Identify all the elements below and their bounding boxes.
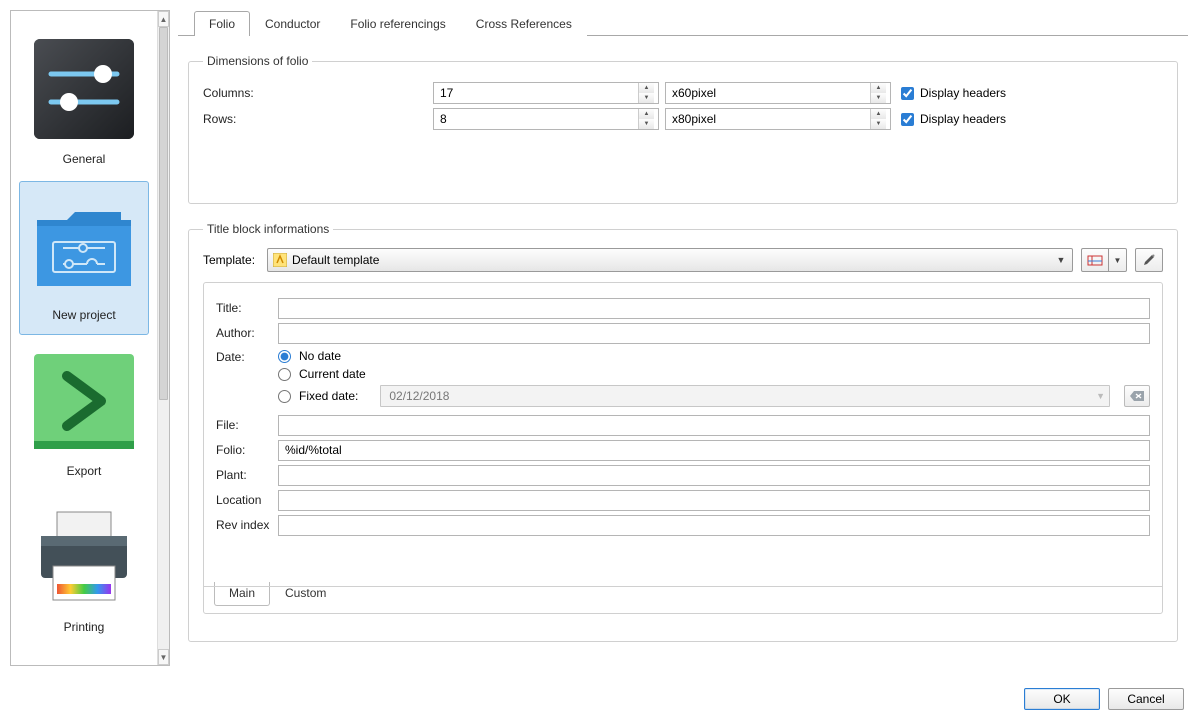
spin-down-icon[interactable]: ▼ — [639, 119, 654, 129]
sidebar-item-label: Export — [67, 464, 102, 478]
titleblock-apply-dropdown[interactable]: ▼ — [1109, 248, 1127, 272]
sidebar-item-export[interactable]: Export — [19, 337, 149, 491]
dimensions-legend: Dimensions of folio — [203, 54, 312, 68]
title-label: Title: — [216, 301, 278, 315]
template-value: Default template — [292, 253, 1054, 267]
plant-label: Plant: — [216, 468, 278, 482]
fixed-date-value: 02/12/2018 — [389, 389, 449, 403]
titleblock-edit-button[interactable] — [1135, 248, 1163, 272]
tab-cross-references[interactable]: Cross References — [461, 11, 587, 36]
titleblock-bottom-tabs: Main Custom — [214, 583, 341, 607]
dimensions-group: Dimensions of folio Columns: ▲▼ ▲▼ Displ… — [188, 54, 1178, 204]
date-radio-fixed-date[interactable]: Fixed date: — [278, 389, 358, 403]
columns-display-headers-checkbox[interactable]: Display headers — [901, 86, 1006, 100]
bottom-tab-custom[interactable]: Custom — [270, 582, 341, 606]
location-label: Location — [216, 493, 278, 507]
location-input[interactable] — [278, 490, 1150, 511]
sidebar-item-printing[interactable]: Printing — [19, 493, 149, 647]
spin-up-icon[interactable]: ▲ — [639, 83, 654, 93]
spin-down-icon[interactable]: ▼ — [871, 119, 886, 129]
date-radio-no-date[interactable]: No date — [278, 349, 1150, 363]
sidebar: General New project Export Printi — [10, 10, 170, 666]
author-input[interactable] — [278, 323, 1150, 344]
folio-label: Folio: — [216, 443, 278, 457]
content-panel: Folio Conductor Folio referencings Cross… — [178, 10, 1188, 666]
revindex-input[interactable] — [278, 515, 1150, 536]
sidebar-item-label: New project — [52, 308, 115, 322]
radio-label: Fixed date: — [299, 389, 358, 403]
cancel-button[interactable]: Cancel — [1108, 688, 1184, 710]
titleblock-legend: Title block informations — [203, 222, 333, 236]
clear-date-button[interactable] — [1124, 385, 1150, 407]
date-label: Date: — [216, 347, 278, 364]
template-label: Template: — [203, 253, 259, 267]
rows-display-headers-checkbox[interactable]: Display headers — [901, 112, 1006, 126]
chevron-down-icon: ▼ — [1096, 391, 1105, 401]
spin-up-icon[interactable]: ▲ — [639, 109, 654, 119]
titleblock-form: Title: Author: Date: No date — [203, 282, 1163, 614]
author-label: Author: — [216, 326, 278, 340]
folder-schematic-icon — [29, 190, 139, 300]
fixed-date-input[interactable]: 02/12/2018 ▼ — [380, 385, 1110, 407]
scroll-up-icon[interactable]: ▲ — [158, 11, 169, 27]
title-input[interactable] — [278, 298, 1150, 319]
checkbox-label: Display headers — [920, 112, 1006, 126]
file-label: File: — [216, 418, 278, 432]
bottom-tab-main[interactable]: Main — [214, 582, 270, 606]
scroll-thumb[interactable] — [159, 27, 168, 400]
checkbox-input[interactable] — [901, 87, 914, 100]
spin-up-icon[interactable]: ▲ — [871, 109, 886, 119]
checkbox-input[interactable] — [901, 113, 914, 126]
dialog-footer: OK Cancel — [1024, 688, 1184, 710]
checkbox-label: Display headers — [920, 86, 1006, 100]
chevron-down-icon: ▼ — [1054, 255, 1068, 265]
ok-button[interactable]: OK — [1024, 688, 1100, 710]
sidebar-scrollbar[interactable]: ▲ ▼ — [157, 11, 169, 665]
radio-input[interactable] — [278, 368, 291, 381]
file-input[interactable] — [278, 415, 1150, 436]
radio-label: Current date — [299, 367, 366, 381]
rows-label: Rows: — [203, 112, 433, 126]
columns-pixel-input[interactable] — [666, 83, 870, 103]
titleblock-group: Title block informations Template: Defau… — [188, 222, 1178, 642]
tab-folio-referencings[interactable]: Folio referencings — [335, 11, 460, 36]
columns-pixel-spinner[interactable]: ▲▼ — [665, 82, 891, 104]
titleblock-apply-button[interactable] — [1081, 248, 1109, 272]
top-tabs: Folio Conductor Folio referencings Cross… — [178, 10, 1188, 35]
chevron-down-icon: ▼ — [1114, 256, 1122, 265]
rows-input[interactable] — [434, 109, 638, 129]
spin-down-icon[interactable]: ▼ — [871, 93, 886, 103]
spin-up-icon[interactable]: ▲ — [871, 83, 886, 93]
revindex-label: Rev index — [216, 518, 278, 532]
radio-label: No date — [299, 349, 341, 363]
columns-input[interactable] — [434, 83, 638, 103]
date-radio-current-date[interactable]: Current date — [278, 367, 1150, 381]
sidebar-item-general[interactable]: General — [19, 25, 149, 179]
spin-down-icon[interactable]: ▼ — [639, 93, 654, 103]
radio-input[interactable] — [278, 350, 291, 363]
printer-icon — [29, 502, 139, 612]
export-arrow-icon — [29, 346, 139, 456]
template-combobox[interactable]: Default template ▼ — [267, 248, 1073, 272]
radio-input[interactable] — [278, 390, 291, 403]
sidebar-item-label: Printing — [64, 620, 105, 634]
sidebar-item-label: General — [63, 152, 106, 166]
scroll-down-icon[interactable]: ▼ — [158, 649, 169, 665]
sliders-icon — [29, 34, 139, 144]
folio-input[interactable] — [278, 440, 1150, 461]
rows-pixel-input[interactable] — [666, 109, 870, 129]
sidebar-list: General New project Export Printi — [11, 11, 157, 665]
tab-conductor[interactable]: Conductor — [250, 11, 335, 36]
columns-spinner[interactable]: ▲▼ — [433, 82, 659, 104]
plant-input[interactable] — [278, 465, 1150, 486]
columns-label: Columns: — [203, 86, 433, 100]
template-icon — [272, 252, 288, 268]
rows-pixel-spinner[interactable]: ▲▼ — [665, 108, 891, 130]
rows-spinner[interactable]: ▲▼ — [433, 108, 659, 130]
sidebar-item-new-project[interactable]: New project — [19, 181, 149, 335]
tab-folio[interactable]: Folio — [194, 11, 250, 36]
